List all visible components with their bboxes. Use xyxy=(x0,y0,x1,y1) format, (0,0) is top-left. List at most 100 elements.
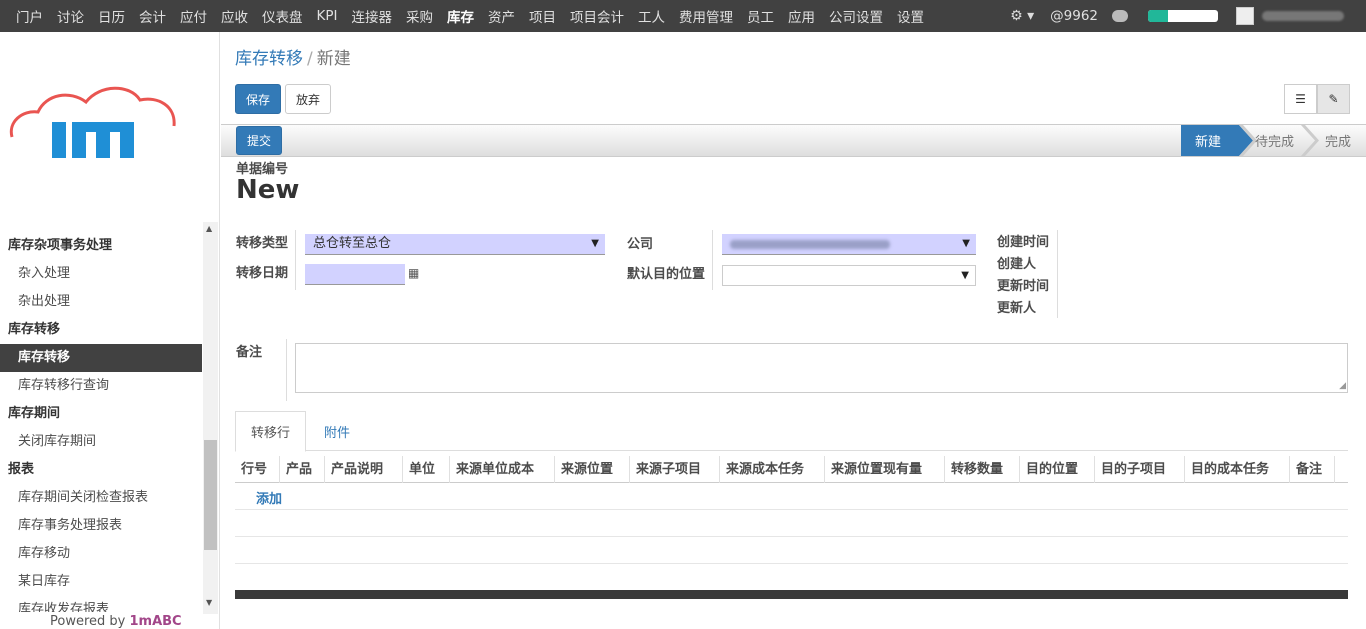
top-menu: 门户 讨论 日历 会计 应付 应收 仪表盘 KPI 连接器 采购 库存 资产 项目 项目会计 工人 费用管理员… xyxy=(16,0,938,32)
updated-time-label: 更新时间 xyxy=(997,279,1050,294)
column-header[interactable]: 备注 xyxy=(1290,456,1335,483)
top-menu-item[interactable]: 门户 xyxy=(16,6,43,26)
status-bar: 提交 新建 待完成 完成 xyxy=(221,124,1366,157)
top-navbar: 门户 讨论 日历 会计 应付 应收 仪表盘 KPI 连接器 采购 库存 资产 项目 项目会计 工人 费用管理员… xyxy=(0,0,1366,32)
breadcrumb: 库存转移 / 新建 xyxy=(235,44,351,69)
sidebar-item[interactable]: 库存期间关闭检查报表 xyxy=(0,484,202,512)
audit-info: 创建时间 创建人 更新时间 更新人 xyxy=(997,232,1049,320)
top-menu-item[interactable]: 工人 xyxy=(638,6,665,26)
transfer-type-select[interactable]: 总仓转至总仓 ▼ xyxy=(305,234,605,255)
column-header[interactable]: 产品 xyxy=(280,456,325,483)
list-view-icon[interactable]: ☰ xyxy=(1284,84,1317,114)
powered-by: Powered by 1mABC xyxy=(50,614,182,629)
caret-down-icon: ▼ xyxy=(961,270,969,281)
top-menu-item[interactable]: 项目 xyxy=(529,6,556,26)
scroll-up-icon[interactable]: ▲ xyxy=(206,224,212,233)
stage-done[interactable]: 完成 xyxy=(1311,125,1361,156)
top-menu-item[interactable]: 日历 xyxy=(98,6,125,26)
column-header[interactable]: 目的成本任务 xyxy=(1185,456,1290,483)
sidebar-scrollbar[interactable]: ▲ ▼ xyxy=(203,222,218,614)
breadcrumb-parent[interactable]: 库存转移 xyxy=(235,49,303,69)
form-view-icon[interactable]: ✎ xyxy=(1317,84,1350,114)
note-label: 备注 xyxy=(236,345,263,360)
transfer-type-label: 转移类型 xyxy=(236,236,289,251)
created-by-label: 创建人 xyxy=(997,257,1037,272)
gear-icon[interactable]: ⚙ ▾ xyxy=(1010,8,1034,24)
sidebar-section-header: 库存期间 xyxy=(8,406,61,421)
column-header[interactable]: 来源单位成本 xyxy=(450,456,555,483)
top-menu-item[interactable]: 会计 xyxy=(139,6,166,26)
top-menu-item[interactable]: 应收 xyxy=(221,6,248,26)
sidebar-item[interactable]: 库存转移 xyxy=(0,344,202,372)
sidebar-item[interactable]: 库存移动 xyxy=(0,540,202,568)
scroll-down-icon[interactable]: ▼ xyxy=(206,598,212,607)
add-line-link[interactable]: 添加 xyxy=(256,488,282,507)
transfer-date-input[interactable] xyxy=(305,264,405,285)
resize-grip-icon[interactable]: ◢ xyxy=(1339,381,1346,391)
sidebar-item[interactable]: 库存转移行查询 xyxy=(0,372,202,400)
sidebar-item[interactable]: 杂入处理 xyxy=(0,260,202,288)
sidebar-item[interactable]: 关闭库存期间 xyxy=(0,428,202,456)
table-header: 行号 产品 产品说明 单位 来源单位成本 来源位置 来源子项目 来源成本任务 来源位置现有量 转移… xyxy=(235,456,1348,483)
default-destination-select[interactable]: ▼ xyxy=(722,265,976,286)
scrollbar-thumb[interactable] xyxy=(204,440,217,550)
main-content: 库存转移 / 新建 保存 放弃 ☰ ✎ 提交 新建 待完成 完成 单据编号 New … xyxy=(221,32,1366,629)
column-header[interactable]: 行号 xyxy=(235,456,280,483)
calendar-icon[interactable]: ▦ xyxy=(408,266,419,280)
sidebar-menu: 库存杂项事务处理 杂入处理 杂出处理 库存转移 库存转移 库存转移行查询 库存期间 关闭库存期… xyxy=(0,232,202,612)
sidebar-section-header: 库存转移 xyxy=(8,322,61,337)
top-menu-item[interactable]: 设置 xyxy=(897,6,924,26)
top-menu-item[interactable]: 公司设置 xyxy=(829,6,883,26)
column-header[interactable]: 转移数量 xyxy=(945,456,1020,483)
tab-transfer-lines[interactable]: 转移行 xyxy=(235,411,307,452)
top-menu-item[interactable]: 应用 xyxy=(788,6,815,26)
sidebar-item[interactable]: 库存收发存报表 xyxy=(0,596,202,612)
caret-down-icon: ▼ xyxy=(962,238,970,249)
caret-down-icon: ▼ xyxy=(591,238,599,249)
progress-bar xyxy=(1148,10,1218,22)
top-right-area: ⚙ ▾ @9962 xyxy=(1010,0,1366,32)
powered-by-brand[interactable]: 1mABC xyxy=(129,614,181,629)
tab-attachments[interactable]: 附件 xyxy=(309,411,365,452)
column-header[interactable]: 来源子项目 xyxy=(630,456,720,483)
stage-new[interactable]: 新建 xyxy=(1181,125,1241,156)
sidebar-item[interactable]: 库存事务处理报表 xyxy=(0,512,202,540)
top-menu-item[interactable]: 应付 xyxy=(180,6,207,26)
column-header[interactable]: 来源位置 xyxy=(555,456,630,483)
sidebar-item[interactable]: 杂出处理 xyxy=(0,288,202,316)
sidebar-item[interactable]: 某日库存 xyxy=(0,568,202,596)
note-textarea[interactable]: ◢ xyxy=(295,343,1348,393)
submit-button[interactable]: 提交 xyxy=(236,126,282,155)
table-row xyxy=(235,537,1348,564)
column-header[interactable]: 产品说明 xyxy=(325,456,403,483)
column-header[interactable]: 目的位置 xyxy=(1020,456,1095,483)
stage-pending[interactable]: 待完成 xyxy=(1241,125,1303,156)
column-header[interactable]: 来源成本任务 xyxy=(720,456,825,483)
company-select[interactable]: ▼ xyxy=(722,234,976,255)
save-button[interactable]: 保存 xyxy=(235,84,281,114)
top-menu-item[interactable]: 库存 xyxy=(447,6,474,26)
top-menu-item[interactable]: 资产 xyxy=(488,6,515,26)
progress-fill xyxy=(1148,10,1168,22)
document-number: New xyxy=(236,175,300,205)
column-header[interactable]: 来源位置现有量 xyxy=(825,456,945,483)
discard-button[interactable]: 放弃 xyxy=(285,84,331,114)
chat-icon[interactable] xyxy=(1112,10,1128,22)
top-menu-item[interactable]: 连接器 xyxy=(351,6,392,26)
created-time-label: 创建时间 xyxy=(997,235,1050,250)
top-menu-item[interactable]: 采购 xyxy=(406,6,433,26)
top-menu-item[interactable]: 费用管理 xyxy=(679,6,733,26)
top-menu-item[interactable]: KPI xyxy=(317,8,338,24)
top-menu-item[interactable]: 仪表盘 xyxy=(262,6,303,26)
mentions-counter[interactable]: @9962 xyxy=(1050,8,1098,24)
table-footer-bar xyxy=(235,590,1348,599)
field-divider xyxy=(295,230,296,290)
column-header[interactable]: 目的子项目 xyxy=(1095,456,1185,483)
top-menu-item[interactable]: 员工 xyxy=(747,6,774,26)
username-blurred[interactable] xyxy=(1262,11,1344,21)
top-menu-item[interactable]: 项目会计 xyxy=(570,6,624,26)
top-menu-item[interactable]: 讨论 xyxy=(57,6,84,26)
column-header[interactable]: 单位 xyxy=(403,456,450,483)
transfer-lines-table: 行号 产品 产品说明 单位 来源单位成本 来源位置 来源子项目 来源成本任务 来源位置现有量 转移… xyxy=(235,456,1348,564)
avatar[interactable] xyxy=(1236,7,1254,25)
